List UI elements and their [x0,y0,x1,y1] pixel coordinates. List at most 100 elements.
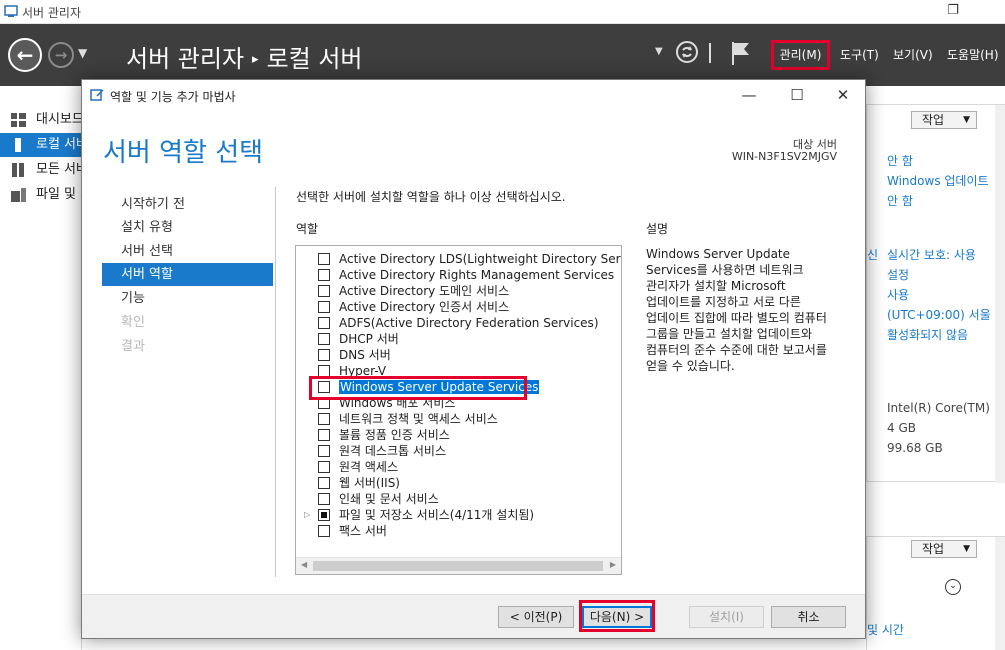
install-button: 설치(I) [689,606,764,628]
role-item[interactable]: 웹 서버(IIS) [296,475,621,491]
restore-button[interactable]: ❐ [930,0,976,24]
step-results: 결과 [121,339,145,354]
role-item[interactable]: Active Directory LDS(Lightweight Directo… [296,251,621,267]
role-item[interactable]: Hyper-V [296,363,621,379]
role-checkbox[interactable] [318,285,330,297]
expand-circle-icon[interactable]: ⌄ [945,579,961,595]
role-item[interactable]: 원격 액세스 [296,459,621,475]
role-checkbox[interactable] [318,509,330,521]
property-value: 99.68 GB [887,441,943,455]
roles-list-box: Active Directory LDS(Lightweight Directo… [295,245,622,575]
role-checkbox[interactable] [318,301,330,313]
role-label: Hyper-V [339,364,387,378]
role-checkbox[interactable] [318,397,330,409]
role-checkbox[interactable] [318,493,330,505]
menu-tools[interactable]: 도구(T) [840,46,879,63]
property-value: 4 GB [887,421,916,435]
role-checkbox[interactable] [318,461,330,473]
role-checkbox[interactable] [318,413,330,425]
role-item[interactable]: Active Directory Rights Management Servi… [296,267,621,283]
role-item[interactable]: 원격 데스크톱 서비스 [296,443,621,459]
scroll-right-icon[interactable]: ▶ [610,560,616,569]
date-time-link[interactable]: 및 시간 [867,621,904,638]
horizontal-scrollbar[interactable]: ◀ ▶ [296,557,621,574]
role-checkbox[interactable] [318,445,330,457]
role-item[interactable]: Active Directory 인증서 서비스 [296,299,621,315]
dashboard-icon [11,113,26,127]
menu-view[interactable]: 보기(V) [893,46,933,63]
events-panel: 작업 ▼ ⌄ 및 시간 [866,536,1005,650]
role-item[interactable]: ADFS(Active Directory Federation Service… [296,315,621,331]
step-server-selection[interactable]: 서버 선택 [102,240,273,263]
role-label: Windows Server Update Services [339,380,540,394]
back-arrow-icon[interactable]: ← [8,38,42,72]
role-checkbox[interactable] [318,349,330,361]
window-title: 서버 관리자 [22,6,82,20]
role-checkbox[interactable] [318,429,330,441]
role-checkbox[interactable] [318,253,330,265]
expand-arrow-icon[interactable]: ▷ [304,507,310,523]
sidebar-item-file-storage[interactable]: 파일 및 저장소 서비스 [0,183,82,207]
sidebar-item-label: 대시보드 [36,112,82,127]
sidebar-item-local-server[interactable]: 로컬 서버 [0,133,82,157]
menu-manage[interactable]: 관리(M) [771,40,830,70]
step-installation-type[interactable]: 설치 유형 [102,216,273,239]
property-value[interactable]: Windows 업데이트 [887,172,989,189]
cancel-button[interactable]: 취소 [771,606,846,628]
minimize-icon[interactable]: — [732,84,766,106]
role-item[interactable]: Windows Server Update Services [296,379,621,395]
refresh-icon[interactable] [675,40,699,64]
step-server-roles[interactable]: 서버 역할 [102,263,273,286]
close-icon[interactable]: ✕ [826,84,860,106]
sidebar-item-all-servers[interactable]: 모든 서버 [0,158,82,182]
role-item[interactable]: 네트워크 정책 및 액세스 서비스 [296,411,621,427]
tasks-dropdown-2[interactable]: 작업 ▼ [911,540,977,558]
role-item[interactable]: ▷ 파일 및 저장소 서비스(4/11개 설치됨) [296,507,621,523]
properties-panel: 작업 ▼ 안 함 Windows 업데이트 안 함 신 실시간 보호: 사용 설정… [866,104,1005,483]
previous-button[interactable]: < 이전(P) [498,606,574,628]
property-value[interactable]: 안 함 [887,192,913,209]
maximize-icon[interactable]: ☐ [780,84,814,106]
step-features[interactable]: 기능 [102,287,273,310]
role-checkbox[interactable] [318,381,330,393]
chevron-down-icon[interactable]: ▼ [78,46,87,60]
notifications-flag-icon[interactable] [730,40,752,66]
menu-help[interactable]: 도움말(H) [947,46,999,63]
role-checkbox[interactable] [318,525,330,537]
role-label: 원격 데스크톱 서비스 [339,444,446,458]
property-value[interactable]: 사용 [887,286,909,303]
tasks-dropdown[interactable]: 작업 ▼ [911,111,977,129]
property-value[interactable]: 활성화되지 않음 [887,326,968,343]
step-confirmation: 확인 [121,315,145,330]
dropdown-arrow-icon[interactable]: ▼ [655,46,663,57]
properties-area: 작업 ▼ 안 함 Windows 업데이트 안 함 신 실시간 보호: 사용 설정… [866,86,1005,650]
events-scrollbar[interactable] [995,537,1005,650]
property-value[interactable]: 설정 [887,266,909,283]
server-manager-app-icon [4,5,18,17]
step-before-you-begin[interactable]: 시작하기 전 [102,193,273,216]
role-checkbox[interactable] [318,317,330,329]
breadcrumb-page: 로컬 서버 [266,45,363,73]
role-item[interactable]: Active Directory 도메인 서비스 [296,283,621,299]
role-item[interactable]: DHCP 서버 [296,331,621,347]
sidebar-item-dashboard[interactable]: 대시보드 [0,108,82,132]
role-checkbox[interactable] [318,365,330,377]
role-item[interactable]: 팩스 서버 [296,523,621,539]
forward-arrow-icon[interactable]: → [48,42,74,68]
role-checkbox[interactable] [318,269,330,281]
role-item[interactable]: 인쇄 및 문서 서비스 [296,491,621,507]
property-value[interactable]: 실시간 보호: 사용 [887,246,976,263]
role-item[interactable]: Windows 배포 서비스 [296,395,621,411]
scroll-left-icon[interactable]: ◀ [301,560,307,569]
role-label: Active Directory LDS(Lightweight Directo… [339,252,621,266]
next-button[interactable]: 다음(N) > [582,606,652,628]
role-item[interactable]: 볼륨 정품 인증 서비스 [296,427,621,443]
role-checkbox[interactable] [318,333,330,345]
property-value[interactable]: 안 함 [887,152,913,169]
property-value: Intel(R) Core(TM) [887,401,990,415]
scrollbar-thumb[interactable] [313,561,603,571]
role-item[interactable]: DNS 서버 [296,347,621,363]
role-checkbox[interactable] [318,477,330,489]
properties-scrollbar[interactable] [995,105,1005,483]
property-value[interactable]: (UTC+09:00) 서울 [887,306,991,323]
